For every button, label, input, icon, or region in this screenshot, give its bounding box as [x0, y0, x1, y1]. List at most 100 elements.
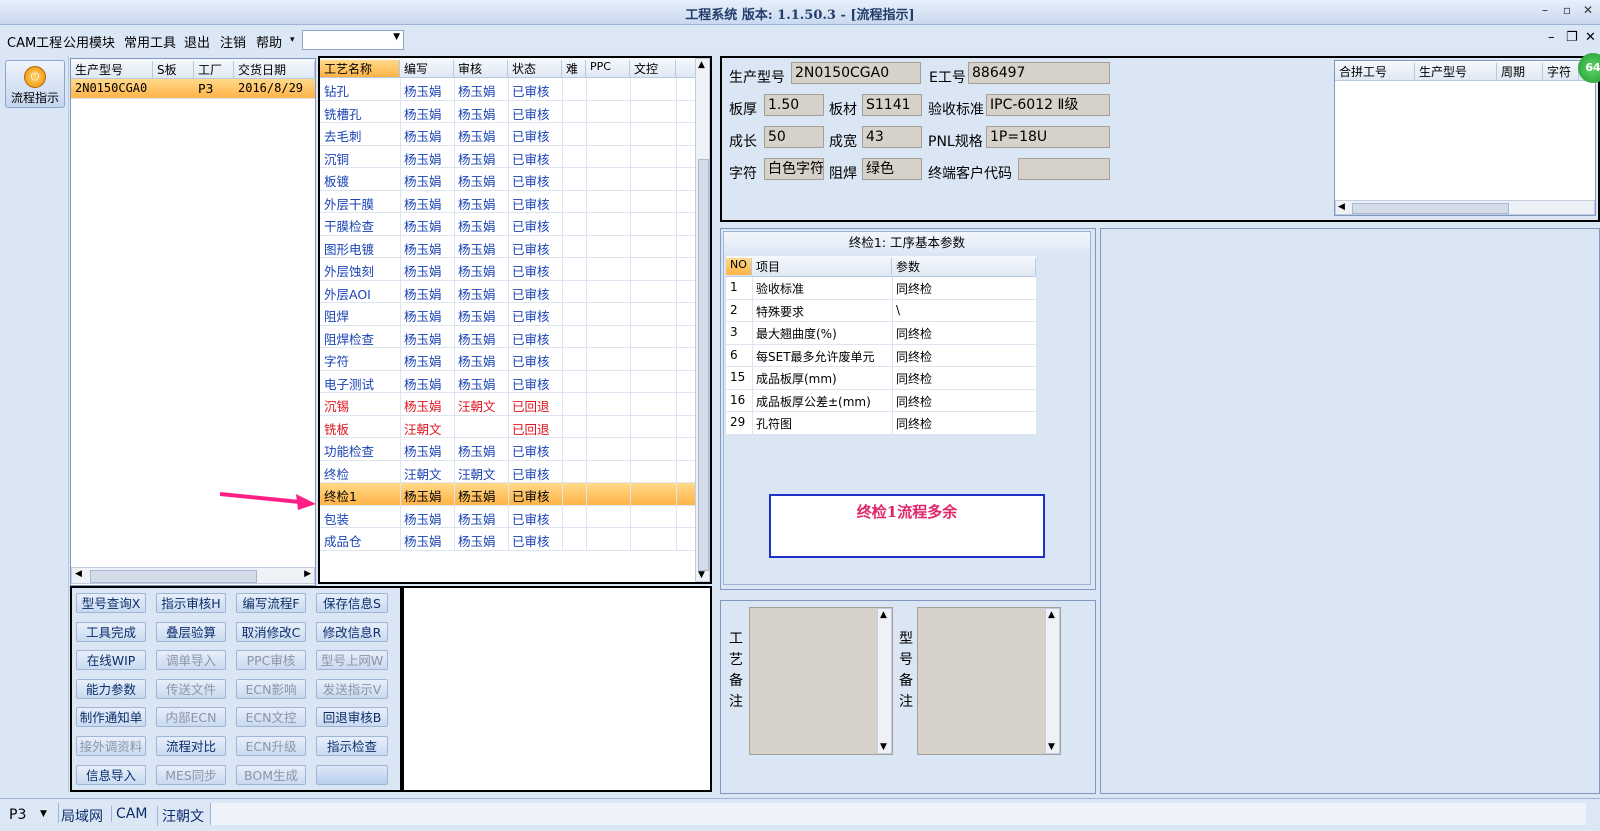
action-button[interactable]: 修改信息R: [316, 621, 388, 642]
eno-field[interactable]: 886497: [968, 62, 1110, 84]
process-row[interactable]: 阻焊 杨玉娟 杨玉娟 已审核: [320, 303, 695, 326]
merge-table-hscrollbar[interactable]: ◀: [1335, 200, 1595, 215]
action-button[interactable]: 能力参数: [76, 678, 146, 699]
action-button[interactable]: 发送指示V: [316, 678, 388, 699]
menu-tools[interactable]: 常用工具: [124, 32, 176, 51]
process-row[interactable]: 包装 杨玉娟 杨玉娟 已审核: [320, 505, 695, 528]
process-row[interactable]: 板镀 杨玉娟 杨玉娟 已审核: [320, 168, 695, 191]
material-field[interactable]: S1141: [862, 94, 922, 116]
scroll-up-icon[interactable]: ▲: [880, 610, 887, 620]
col-merge-model[interactable]: 生产型号: [1415, 63, 1497, 80]
process-row[interactable]: 外层AOI 杨玉娟 杨玉娟 已审核: [320, 280, 695, 303]
col-model[interactable]: 生产型号: [71, 61, 153, 78]
process-row[interactable]: 铣槽孔 杨玉娟 杨玉娟 已审核: [320, 100, 695, 123]
process-row[interactable]: 铣板 汪朝文 已回退: [320, 415, 695, 438]
process-row[interactable]: 图形电镀 杨玉娟 杨玉娟 已审核: [320, 235, 695, 258]
process-row[interactable]: 去毛刺 杨玉娟 杨玉娟 已审核: [320, 123, 695, 146]
process-remark-textarea[interactable]: ▲ ▼: [749, 607, 893, 755]
action-button[interactable]: 工具完成: [76, 621, 146, 642]
char-field[interactable]: 白色字符: [764, 158, 824, 180]
factory-select[interactable]: P3: [9, 807, 26, 823]
process-row[interactable]: 终检 汪朝文 汪朝文 已审核: [320, 460, 695, 483]
action-button[interactable]: 取消修改C: [236, 621, 306, 642]
process-row[interactable]: 电子测试 杨玉娟 杨玉娟 已审核: [320, 370, 695, 393]
product-row[interactable]: 2N0150CGA0 P3 2016/8/29: [71, 79, 315, 99]
col-delivery-date[interactable]: 交货日期: [234, 61, 315, 78]
action-button[interactable]: 保存信息S: [316, 593, 388, 613]
process-row[interactable]: 字符 杨玉娟 杨玉娟 已审核: [320, 348, 695, 371]
action-button[interactable]: 内部ECN: [156, 707, 226, 728]
scroll-right-icon[interactable]: ▶: [304, 569, 311, 579]
col-status[interactable]: 状态: [508, 60, 562, 77]
scroll-left-icon[interactable]: ◀: [75, 569, 82, 579]
product-list-hscrollbar[interactable]: ◀ ▶: [71, 567, 315, 584]
model-remark-textarea[interactable]: ▲ ▼: [917, 607, 1061, 755]
close-icon[interactable]: ✕: [1578, 3, 1598, 19]
menu-logout[interactable]: 注销: [220, 32, 246, 51]
action-button[interactable]: 制作通知单: [76, 707, 146, 728]
col-difficulty[interactable]: 难: [562, 60, 586, 77]
col-merge-char[interactable]: 字符: [1543, 63, 1579, 80]
chevron-down-icon[interactable]: ▼: [40, 809, 47, 819]
menu-exit[interactable]: 退出: [184, 32, 210, 51]
child-close-icon[interactable]: ✕: [1585, 30, 1596, 45]
col-process-name[interactable]: 工艺名称: [320, 60, 400, 77]
action-button[interactable]: 在线WIP: [76, 650, 146, 671]
pnl-field[interactable]: 1P=18U: [986, 126, 1110, 148]
col-merge-no[interactable]: 合拼工号: [1335, 63, 1415, 80]
scroll-thumb[interactable]: [90, 570, 257, 583]
remark-vscrollbar[interactable]: ▲ ▼: [877, 608, 892, 754]
process-row[interactable]: 干膜检查 杨玉娟 杨玉娟 已审核: [320, 213, 695, 236]
process-row[interactable]: 沉铜 杨玉娟 杨玉娟 已审核: [320, 145, 695, 168]
minimize-icon[interactable]: –: [1535, 3, 1555, 19]
col-merge-cycle[interactable]: 周期: [1497, 63, 1543, 80]
mask-field[interactable]: 绿色: [862, 158, 922, 180]
action-button[interactable]: ECN影响: [236, 678, 306, 699]
process-row[interactable]: 沉锡 杨玉娟 汪朝文 已回退: [320, 393, 695, 416]
action-button[interactable]: MES同步: [156, 764, 226, 785]
child-minimize-icon[interactable]: –: [1548, 30, 1555, 45]
action-button[interactable]: 流程对比: [156, 736, 226, 756]
notification-badge[interactable]: 64: [1578, 53, 1600, 83]
process-table-vscrollbar[interactable]: ▲ ▼: [695, 58, 710, 582]
thickness-field[interactable]: 1.50: [764, 94, 824, 116]
action-button[interactable]: 指示审核H: [156, 593, 226, 613]
col-reviewer[interactable]: 审核: [454, 60, 508, 77]
action-button[interactable]: 信息导入: [76, 764, 146, 785]
length-field[interactable]: 50: [764, 126, 824, 148]
menu-more-icon[interactable]: ▾: [290, 35, 295, 45]
action-button[interactable]: ECN升级: [236, 736, 306, 756]
action-button[interactable]: 指示检查: [316, 736, 388, 756]
col-factory[interactable]: 工厂: [194, 61, 234, 78]
action-button[interactable]: 型号上网W: [316, 650, 388, 671]
menu-help[interactable]: 帮助: [256, 32, 282, 51]
action-button[interactable]: 调单导入: [156, 650, 226, 671]
scroll-thumb[interactable]: [1352, 203, 1509, 214]
customer-field[interactable]: [1018, 158, 1110, 180]
col-item[interactable]: 项目: [752, 258, 892, 275]
standard-field[interactable]: IPC-6012 Ⅱ级: [986, 94, 1110, 116]
param-row[interactable]: 29 孔符图 同终检: [726, 412, 1036, 435]
process-row[interactable]: 阻焊检查 杨玉娟 杨玉娟 已审核: [320, 325, 695, 348]
scroll-up-icon[interactable]: ▲: [1048, 610, 1055, 620]
scroll-down-icon[interactable]: ▼: [698, 570, 705, 580]
process-row[interactable]: 终检1 杨玉娟 杨玉娟 已审核: [320, 483, 695, 506]
scroll-thumb[interactable]: [698, 159, 709, 571]
param-row[interactable]: 2 特殊要求 \: [726, 299, 1036, 322]
col-doc-control[interactable]: 文控: [630, 60, 676, 77]
action-button[interactable]: PPC审核: [236, 650, 306, 671]
col-ppc[interactable]: PPC: [586, 60, 630, 77]
action-button[interactable]: 叠层验算: [156, 621, 226, 642]
scroll-up-icon[interactable]: ▲: [698, 60, 705, 70]
remark-vscrollbar[interactable]: ▲ ▼: [1045, 608, 1060, 754]
scroll-down-icon[interactable]: ▼: [880, 742, 887, 752]
scroll-left-icon[interactable]: ◀: [1338, 202, 1345, 212]
process-row[interactable]: 钻孔 杨玉娟 杨玉娟 已审核: [320, 78, 695, 101]
child-restore-icon[interactable]: ❐: [1566, 30, 1578, 45]
action-button[interactable]: 型号查询X: [76, 593, 146, 613]
action-button[interactable]: ECN文控: [236, 707, 306, 728]
col-s-board[interactable]: S板: [153, 61, 194, 78]
module-select[interactable]: ▼: [302, 30, 404, 50]
process-row[interactable]: 成品仓 杨玉娟 杨玉娟 已审核: [320, 528, 695, 551]
model-field[interactable]: 2N0150CGA0: [791, 62, 921, 84]
